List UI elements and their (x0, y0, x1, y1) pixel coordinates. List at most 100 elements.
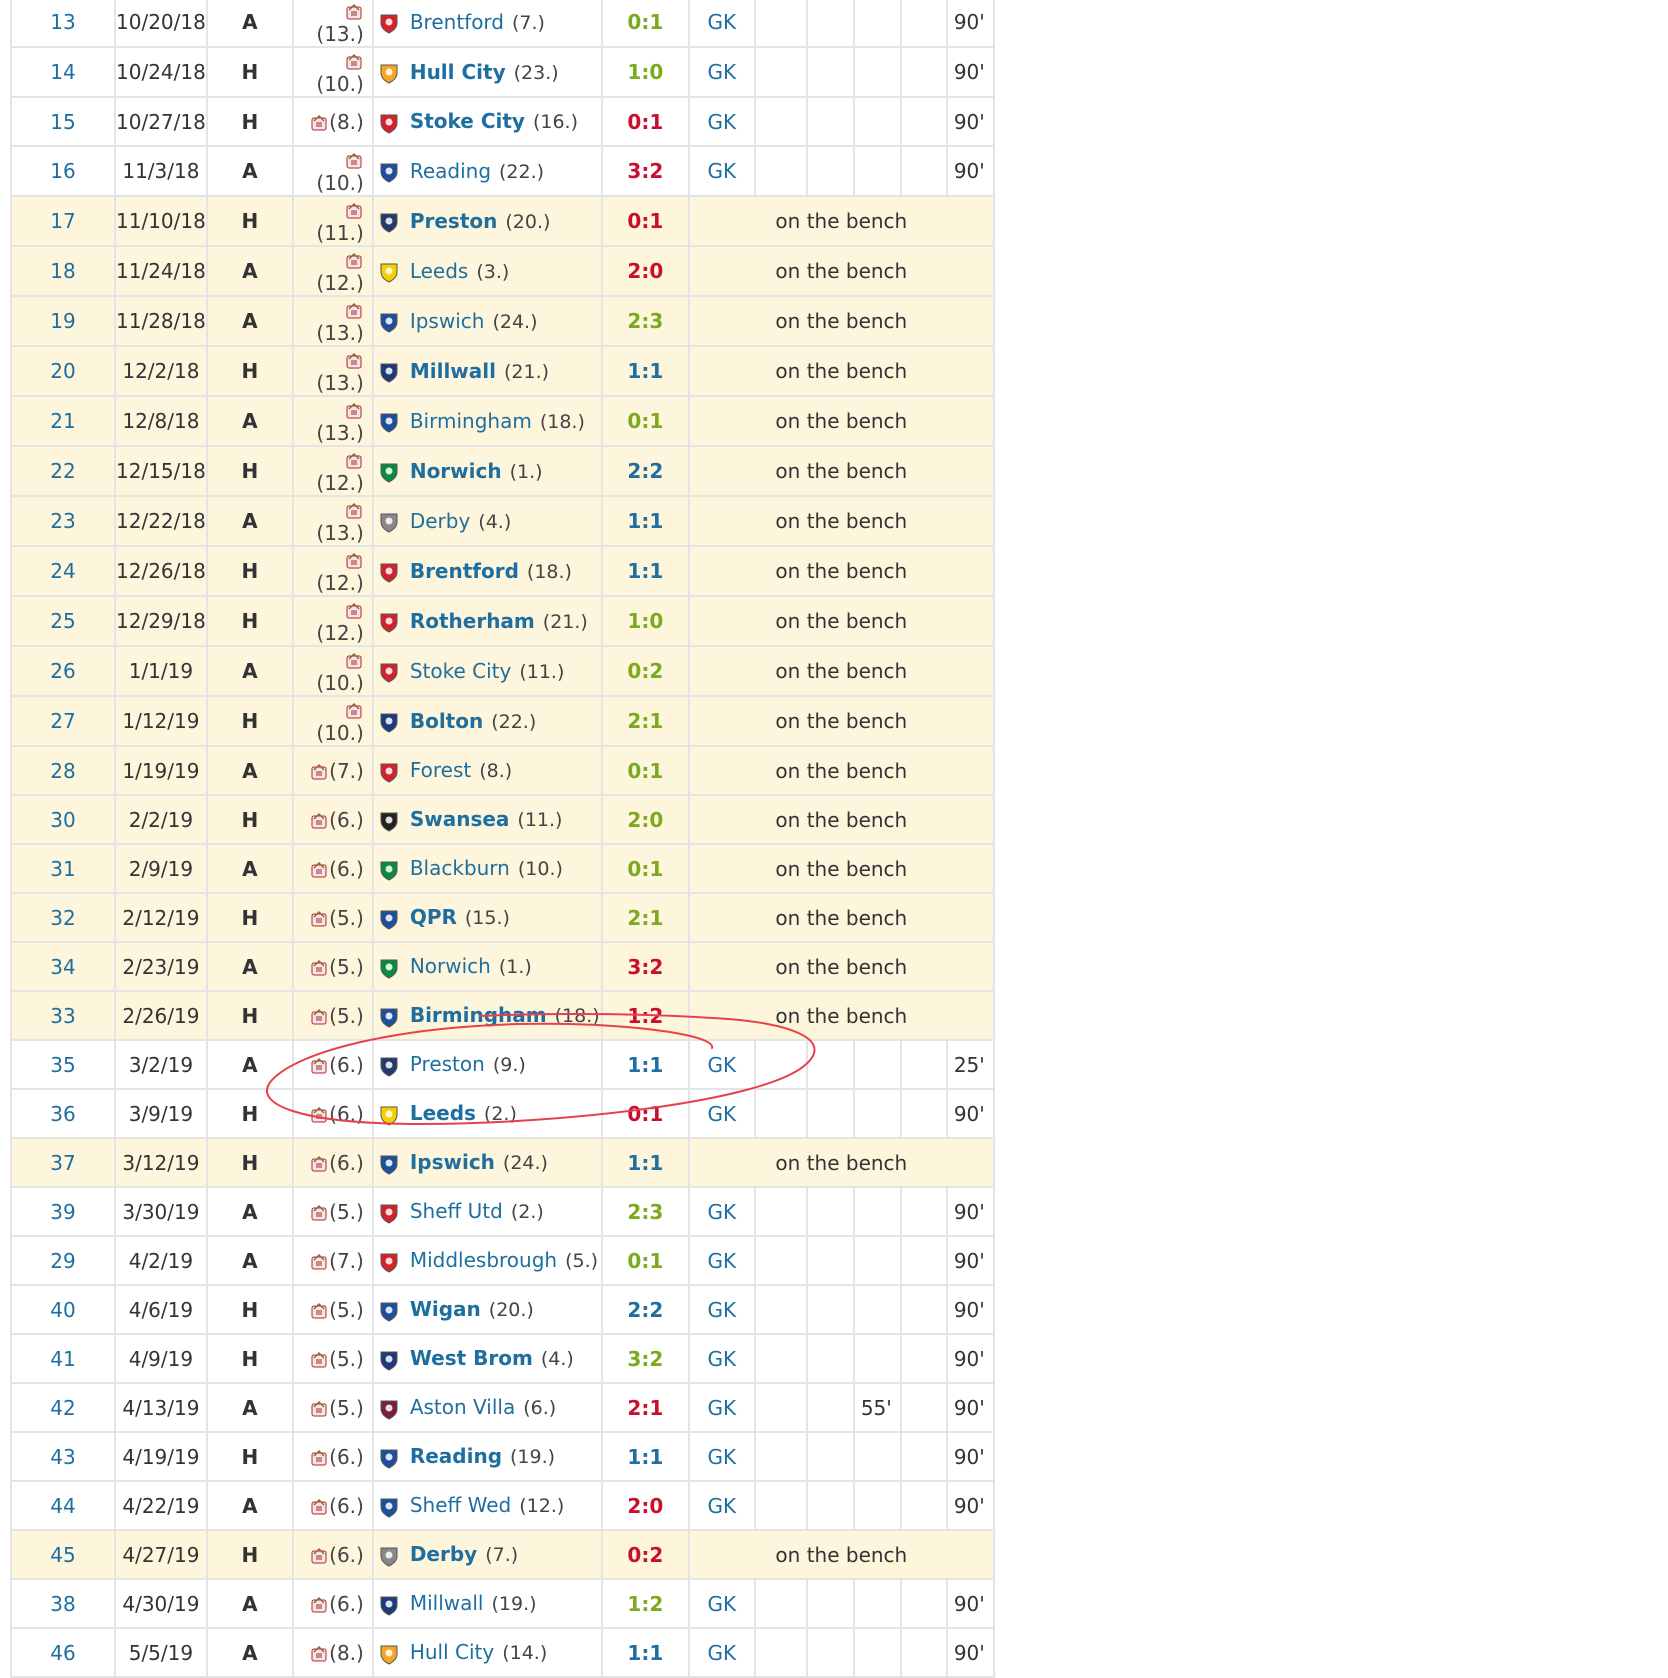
match-result-link[interactable]: 3:2 (600, 1333, 690, 1384)
matchday-link[interactable]: 15 (10, 96, 116, 147)
match-result-link[interactable]: 2:0 (600, 245, 690, 297)
match-result-link[interactable]: 1:0 (600, 595, 690, 647)
matchday-link[interactable]: 20 (10, 345, 116, 397)
matchday-link[interactable]: 16 (10, 145, 116, 197)
opponent-link[interactable]: Leeds (410, 259, 469, 283)
matchday-link[interactable]: 26 (10, 645, 116, 697)
matchday-link[interactable]: 42 (10, 1382, 116, 1433)
position-link[interactable]: GK (687, 1235, 756, 1286)
position-link[interactable]: GK (687, 1333, 756, 1384)
opponent-link[interactable]: West Brom (410, 1346, 533, 1370)
match-result-link[interactable]: 2:0 (600, 794, 690, 845)
match-result-link[interactable]: 0:1 (600, 195, 690, 247)
matchday-link[interactable]: 28 (10, 745, 116, 796)
matchday-link[interactable]: 19 (10, 295, 116, 347)
match-result-link[interactable]: 0:1 (600, 96, 690, 147)
matchday-link[interactable]: 21 (10, 395, 116, 447)
opponent-link[interactable]: Forest (410, 758, 471, 782)
matchday-link[interactable]: 23 (10, 495, 116, 547)
matchday-link[interactable]: 29 (10, 1235, 116, 1286)
matchday-link[interactable]: 27 (10, 695, 116, 747)
match-result-link[interactable]: 1:1 (600, 1431, 690, 1482)
opponent-link[interactable]: Reading (410, 1444, 502, 1468)
matchday-link[interactable]: 18 (10, 245, 116, 297)
matchday-link[interactable]: 37 (10, 1137, 116, 1188)
matchday-link[interactable]: 46 (10, 1627, 116, 1678)
position-link[interactable]: GK (687, 1088, 756, 1139)
opponent-link[interactable]: Ipswich (410, 309, 485, 333)
position-link[interactable]: GK (687, 96, 756, 147)
match-result-link[interactable]: 1:1 (600, 1137, 690, 1188)
matchday-link[interactable]: 24 (10, 545, 116, 597)
opponent-link[interactable]: Sheff Utd (410, 1199, 503, 1223)
matchday-link[interactable]: 40 (10, 1284, 116, 1335)
opponent-link[interactable]: Reading (410, 159, 491, 183)
opponent-link[interactable]: Preston (410, 209, 498, 233)
opponent-link[interactable]: Wigan (410, 1297, 481, 1321)
opponent-link[interactable]: Birmingham (410, 1003, 547, 1027)
matchday-link[interactable]: 32 (10, 892, 116, 943)
match-result-link[interactable]: 0:1 (600, 843, 690, 894)
position-link[interactable]: GK (687, 1627, 756, 1678)
opponent-link[interactable]: Birmingham (410, 409, 532, 433)
opponent-link[interactable]: Millwall (410, 1591, 484, 1615)
opponent-link[interactable]: Swansea (410, 807, 510, 831)
match-result-link[interactable]: 2:1 (600, 695, 690, 747)
match-result-link[interactable]: 2:3 (600, 1186, 690, 1237)
match-result-link[interactable]: 0:1 (600, 1088, 690, 1139)
position-link[interactable]: GK (687, 1480, 756, 1531)
match-result-link[interactable]: 0:1 (600, 395, 690, 447)
position-link[interactable]: GK (687, 0, 756, 48)
matchday-link[interactable]: 35 (10, 1039, 116, 1090)
matchday-link[interactable]: 41 (10, 1333, 116, 1384)
position-link[interactable]: GK (687, 1431, 756, 1482)
match-result-link[interactable]: 0:1 (600, 0, 690, 48)
matchday-link[interactable]: 38 (10, 1578, 116, 1629)
opponent-link[interactable]: Stoke City (410, 659, 512, 683)
matchday-link[interactable]: 17 (10, 195, 116, 247)
matchday-link[interactable]: 43 (10, 1431, 116, 1482)
match-result-link[interactable]: 1:2 (600, 1578, 690, 1629)
opponent-link[interactable]: Hull City (410, 60, 506, 84)
opponent-link[interactable]: QPR (410, 905, 457, 929)
match-result-link[interactable]: 2:2 (600, 1284, 690, 1335)
match-result-link[interactable]: 2:3 (600, 295, 690, 347)
matchday-link[interactable]: 45 (10, 1529, 116, 1580)
position-link[interactable]: GK (687, 1039, 756, 1090)
match-result-link[interactable]: 1:2 (600, 990, 690, 1041)
opponent-link[interactable]: Leeds (410, 1101, 476, 1125)
match-result-link[interactable]: 3:2 (600, 145, 690, 197)
matchday-link[interactable]: 14 (10, 46, 116, 98)
match-result-link[interactable]: 0:1 (600, 745, 690, 796)
match-result-link[interactable]: 1:1 (600, 345, 690, 397)
matchday-link[interactable]: 30 (10, 794, 116, 845)
position-link[interactable]: GK (687, 1186, 756, 1237)
match-result-link[interactable]: 1:1 (600, 545, 690, 597)
matchday-link[interactable]: 44 (10, 1480, 116, 1531)
position-link[interactable]: GK (687, 46, 756, 98)
match-result-link[interactable]: 2:2 (600, 445, 690, 497)
opponent-link[interactable]: Millwall (410, 359, 496, 383)
opponent-link[interactable]: Hull City (410, 1640, 494, 1664)
opponent-link[interactable]: Preston (410, 1052, 485, 1076)
match-result-link[interactable]: 0:1 (600, 1235, 690, 1286)
opponent-link[interactable]: Norwich (410, 459, 502, 483)
opponent-link[interactable]: Brentford (410, 559, 519, 583)
opponent-link[interactable]: Rotherham (410, 609, 535, 633)
match-result-link[interactable]: 1:0 (600, 46, 690, 98)
match-result-link[interactable]: 1:1 (600, 495, 690, 547)
matchday-link[interactable]: 34 (10, 941, 116, 992)
match-result-link[interactable]: 1:1 (600, 1627, 690, 1678)
match-result-link[interactable]: 2:1 (600, 892, 690, 943)
position-link[interactable]: GK (687, 1578, 756, 1629)
match-result-link[interactable]: 0:2 (600, 645, 690, 697)
opponent-link[interactable]: Ipswich (410, 1150, 495, 1174)
match-result-link[interactable]: 2:0 (600, 1480, 690, 1531)
opponent-link[interactable]: Blackburn (410, 856, 510, 880)
matchday-link[interactable]: 22 (10, 445, 116, 497)
opponent-link[interactable]: Aston Villa (410, 1395, 515, 1419)
match-result-link[interactable]: 2:1 (600, 1382, 690, 1433)
position-link[interactable]: GK (687, 145, 756, 197)
position-link[interactable]: GK (687, 1284, 756, 1335)
matchday-link[interactable]: 33 (10, 990, 116, 1041)
